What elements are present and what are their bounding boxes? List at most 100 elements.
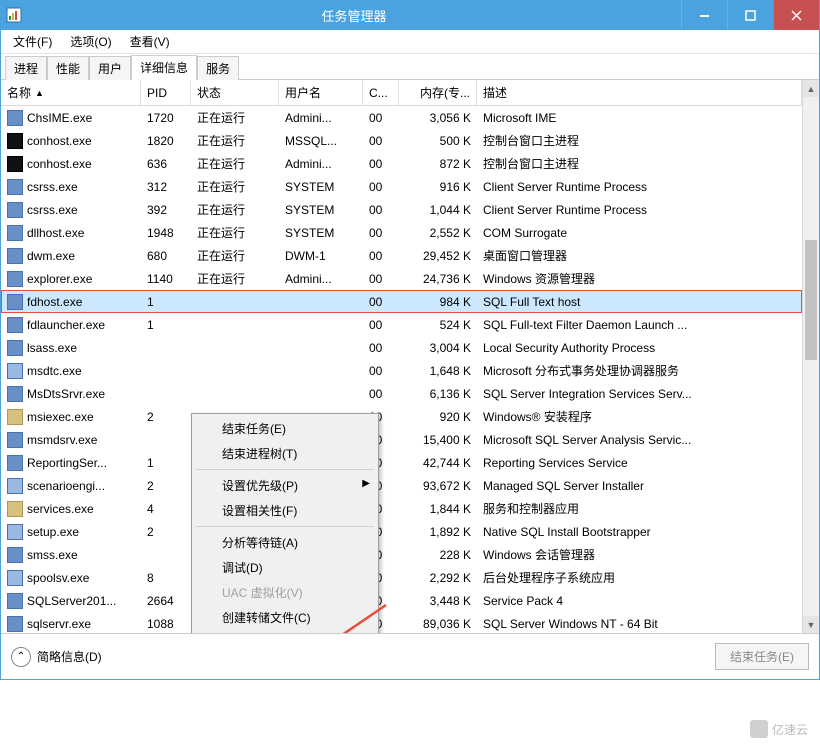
table-row[interactable]: dwm.exe680正在运行DWM-10029,452 K桌面窗口管理器 bbox=[1, 244, 802, 267]
process-cpu: 00 bbox=[363, 177, 399, 197]
process-user: DWM-1 bbox=[279, 246, 363, 266]
table-row[interactable]: msmdsrv.exe0015,400 KMicrosoft SQL Serve… bbox=[1, 428, 802, 451]
close-button[interactable] bbox=[773, 0, 819, 30]
table-row[interactable]: MsDtsSrvr.exe006,136 KSQL Server Integra… bbox=[1, 382, 802, 405]
context-item[interactable]: 设置优先级(P)▶ bbox=[194, 473, 376, 498]
fewer-details-button[interactable]: ⌃ 简略信息(D) bbox=[11, 647, 102, 667]
menu-view[interactable]: 查看(V) bbox=[122, 31, 178, 52]
vertical-scrollbar[interactable]: ▲ ▼ bbox=[802, 80, 819, 633]
col-name[interactable]: 名称▲ bbox=[1, 80, 141, 105]
table-row[interactable]: conhost.exe1820正在运行MSSQL...00500 K控制台窗口主… bbox=[1, 129, 802, 152]
process-pid bbox=[141, 368, 191, 374]
process-cpu: 00 bbox=[363, 384, 399, 404]
process-mem: 916 K bbox=[399, 177, 477, 197]
process-name: smss.exe bbox=[27, 548, 78, 562]
context-item[interactable]: 结束任务(E) bbox=[194, 416, 376, 441]
table-row[interactable]: fdlauncher.exe100524 KSQL Full-text Filt… bbox=[1, 313, 802, 336]
table-row[interactable]: ReportingSer...10042,744 KReporting Serv… bbox=[1, 451, 802, 474]
process-table: 名称▲ PID 状态 用户名 C... 内存(专... 描述 ChsIME.ex… bbox=[1, 80, 802, 633]
submenu-arrow-icon: ▶ bbox=[362, 478, 370, 489]
tab-users[interactable]: 用户 bbox=[89, 56, 131, 80]
context-item[interactable]: 创建转储文件(C) bbox=[194, 605, 376, 630]
table-row[interactable]: ChsIME.exe1720正在运行Admini...003,056 KMicr… bbox=[1, 106, 802, 129]
table-row[interactable]: msiexec.exe200920 KWindows® 安装程序 bbox=[1, 405, 802, 428]
table-row[interactable]: explorer.exe1140正在运行Admini...0024,736 KW… bbox=[1, 267, 802, 290]
table-row[interactable]: setup.exe2001,892 KNative SQL Install Bo… bbox=[1, 520, 802, 543]
process-mem: 29,452 K bbox=[399, 246, 477, 266]
table-row[interactable]: services.exe4001,844 K服务和控制器应用 bbox=[1, 497, 802, 520]
task-manager-window: 任务管理器 文件(F) 选项(O) 查看(V) 进程 性能 用户 详细信息 服务… bbox=[0, 0, 820, 680]
minimize-button[interactable] bbox=[681, 0, 727, 30]
tab-processes[interactable]: 进程 bbox=[5, 56, 47, 80]
tab-details[interactable]: 详细信息 bbox=[131, 55, 197, 80]
table-rows: ChsIME.exe1720正在运行Admini...003,056 KMicr… bbox=[1, 106, 802, 633]
process-pid: 2664 bbox=[141, 591, 191, 611]
table-row[interactable]: smss.exe00228 KWindows 会话管理器 bbox=[1, 543, 802, 566]
table-row[interactable]: msdtc.exe001,648 KMicrosoft 分布式事务处理协调器服务 bbox=[1, 359, 802, 382]
maximize-button[interactable] bbox=[727, 0, 773, 30]
menu-options[interactable]: 选项(O) bbox=[62, 31, 119, 52]
tab-performance[interactable]: 性能 bbox=[47, 56, 89, 80]
chevron-up-icon: ⌃ bbox=[11, 647, 31, 667]
process-icon bbox=[7, 432, 23, 448]
process-mem: 93,672 K bbox=[399, 476, 477, 496]
process-pid: 1948 bbox=[141, 223, 191, 243]
process-user: MSSQL... bbox=[279, 131, 363, 151]
table-row[interactable]: sqlservr.exe1088正在运行MSSQL0089,036 KSQL S… bbox=[1, 612, 802, 633]
table-row[interactable]: spoolsv.exe8002,292 K后台处理程序子系统应用 bbox=[1, 566, 802, 589]
process-icon bbox=[7, 570, 23, 586]
process-desc: Windows® 安装程序 bbox=[477, 405, 802, 428]
col-user[interactable]: 用户名 bbox=[279, 80, 363, 105]
context-item[interactable]: 结束进程树(T) bbox=[194, 441, 376, 466]
process-icon bbox=[7, 202, 23, 218]
process-pid bbox=[141, 552, 191, 558]
table-row[interactable]: csrss.exe312正在运行SYSTEM00916 KClient Serv… bbox=[1, 175, 802, 198]
context-item[interactable]: 设置相关性(F) bbox=[194, 498, 376, 523]
table-row[interactable]: dllhost.exe1948正在运行SYSTEM002,552 KCOM Su… bbox=[1, 221, 802, 244]
tab-services[interactable]: 服务 bbox=[197, 56, 239, 80]
col-mem[interactable]: 内存(专... bbox=[399, 80, 477, 105]
process-desc: 后台处理程序子系统应用 bbox=[477, 566, 802, 589]
process-pid: 1 bbox=[141, 453, 191, 473]
process-name: ReportingSer... bbox=[27, 456, 107, 470]
context-item[interactable]: 调试(D) bbox=[194, 555, 376, 580]
table-row[interactable]: lsass.exe003,004 KLocal Security Authori… bbox=[1, 336, 802, 359]
scroll-up-icon[interactable]: ▲ bbox=[803, 80, 819, 97]
col-cpu[interactable]: C... bbox=[363, 80, 399, 105]
process-state: 正在运行 bbox=[191, 106, 279, 129]
context-item[interactable]: 分析等待链(A) bbox=[194, 530, 376, 555]
process-pid: 636 bbox=[141, 154, 191, 174]
process-name: sqlservr.exe bbox=[27, 617, 91, 631]
col-state[interactable]: 状态 bbox=[191, 80, 279, 105]
process-pid: 8 bbox=[141, 568, 191, 588]
scroll-down-icon[interactable]: ▼ bbox=[803, 616, 819, 633]
table-row[interactable]: scenarioengi...20093,672 KManaged SQL Se… bbox=[1, 474, 802, 497]
end-task-button[interactable]: 结束任务(E) bbox=[715, 643, 809, 670]
table-row[interactable]: SQLServer201...2664正在运行Admini...003,448 … bbox=[1, 589, 802, 612]
process-state: 正在运行 bbox=[191, 267, 279, 290]
process-name: msmdsrv.exe bbox=[27, 433, 97, 447]
process-state: 正在运行 bbox=[191, 152, 279, 175]
scroll-thumb[interactable] bbox=[805, 240, 817, 360]
process-cpu: 00 bbox=[363, 361, 399, 381]
table-row[interactable]: fdhost.exe100984 KSQL Full Text host bbox=[1, 290, 802, 313]
process-icon bbox=[7, 294, 23, 310]
process-desc: Reporting Services Service bbox=[477, 453, 802, 473]
process-name: msdtc.exe bbox=[27, 364, 82, 378]
context-menu[interactable]: 结束任务(E)结束进程树(T) 设置优先级(P)▶设置相关性(F) 分析等待链(A)… bbox=[191, 413, 379, 633]
col-desc[interactable]: 描述 bbox=[477, 80, 802, 105]
process-pid: 2 bbox=[141, 476, 191, 496]
process-mem: 500 K bbox=[399, 131, 477, 151]
process-user bbox=[279, 345, 363, 351]
process-name: SQLServer201... bbox=[27, 594, 116, 608]
table-row[interactable]: csrss.exe392正在运行SYSTEM001,044 KClient Se… bbox=[1, 198, 802, 221]
table-row[interactable]: conhost.exe636正在运行Admini...00872 K控制台窗口主… bbox=[1, 152, 802, 175]
process-icon bbox=[7, 478, 23, 494]
titlebar[interactable]: 任务管理器 bbox=[1, 0, 819, 30]
process-icon bbox=[7, 593, 23, 609]
menu-file[interactable]: 文件(F) bbox=[5, 31, 60, 52]
process-desc: Microsoft 分布式事务处理协调器服务 bbox=[477, 359, 802, 382]
process-cpu: 00 bbox=[363, 246, 399, 266]
col-pid[interactable]: PID bbox=[141, 80, 191, 105]
process-cpu: 00 bbox=[363, 154, 399, 174]
